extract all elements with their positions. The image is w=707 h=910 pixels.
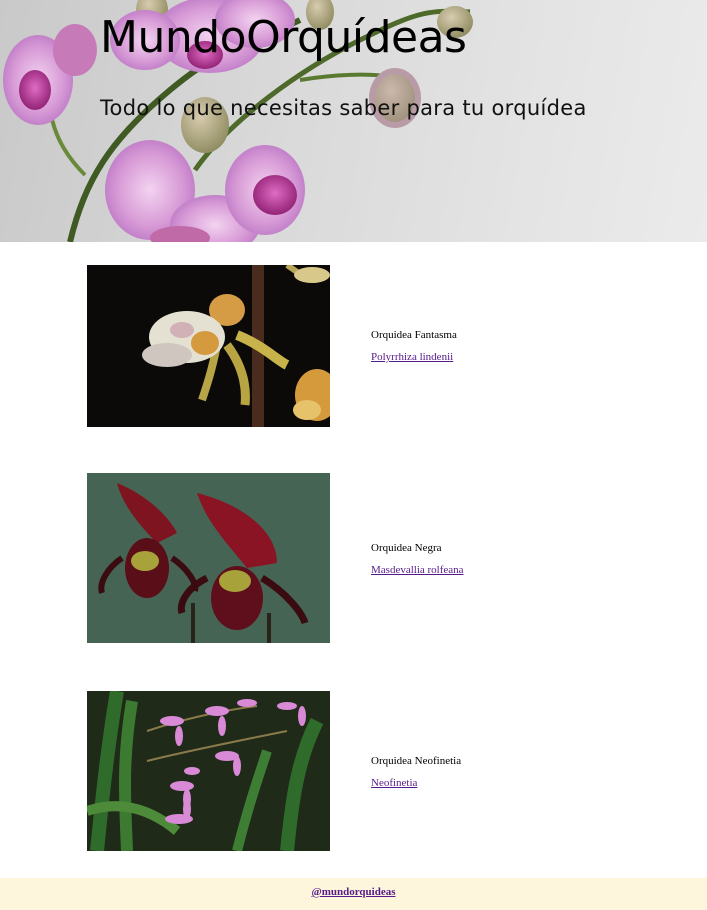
orchid-card: Orquidea Fantasma Polyrrhiza lindenii (87, 265, 647, 427)
header-banner: MundoOrquídeas Todo lo que necesitas sab… (0, 0, 707, 242)
footer: @mundorquideas (0, 878, 707, 910)
orchid-info: Orquidea Fantasma Polyrrhiza lindenii (371, 329, 457, 365)
orchid-info: Orquidea Neofinetia Neofinetia (371, 755, 461, 791)
orchid-common-name: Orquidea Negra (371, 542, 442, 554)
orchid-scientific-link[interactable]: Masdevallia rolfeana (371, 564, 464, 577)
site-tagline: Todo lo que necesitas saber para tu orqu… (100, 96, 587, 120)
orchid-card: Orquidea Neofinetia Neofinetia (87, 691, 647, 851)
orchid-scientific-link[interactable]: Neofinetia (371, 777, 417, 790)
orchid-card: Orquidea Negra Masdevallia rolfeana (87, 473, 647, 643)
neofinetia-photo (87, 691, 330, 851)
orchid-info: Orquidea Negra Masdevallia rolfeana (371, 542, 464, 578)
ghost-orchid-photo (87, 265, 330, 427)
black-orchid-photo (87, 473, 330, 643)
social-handle-link[interactable]: @mundorquideas (311, 886, 395, 898)
orchid-scientific-link[interactable]: Polyrrhiza lindenii (371, 351, 453, 364)
page: MundoOrquídeas Todo lo que necesitas sab… (0, 0, 707, 910)
orchid-common-name: Orquidea Fantasma (371, 329, 457, 341)
orchid-common-name: Orquidea Neofinetia (371, 755, 462, 767)
site-title: MundoOrquídeas (100, 12, 467, 63)
